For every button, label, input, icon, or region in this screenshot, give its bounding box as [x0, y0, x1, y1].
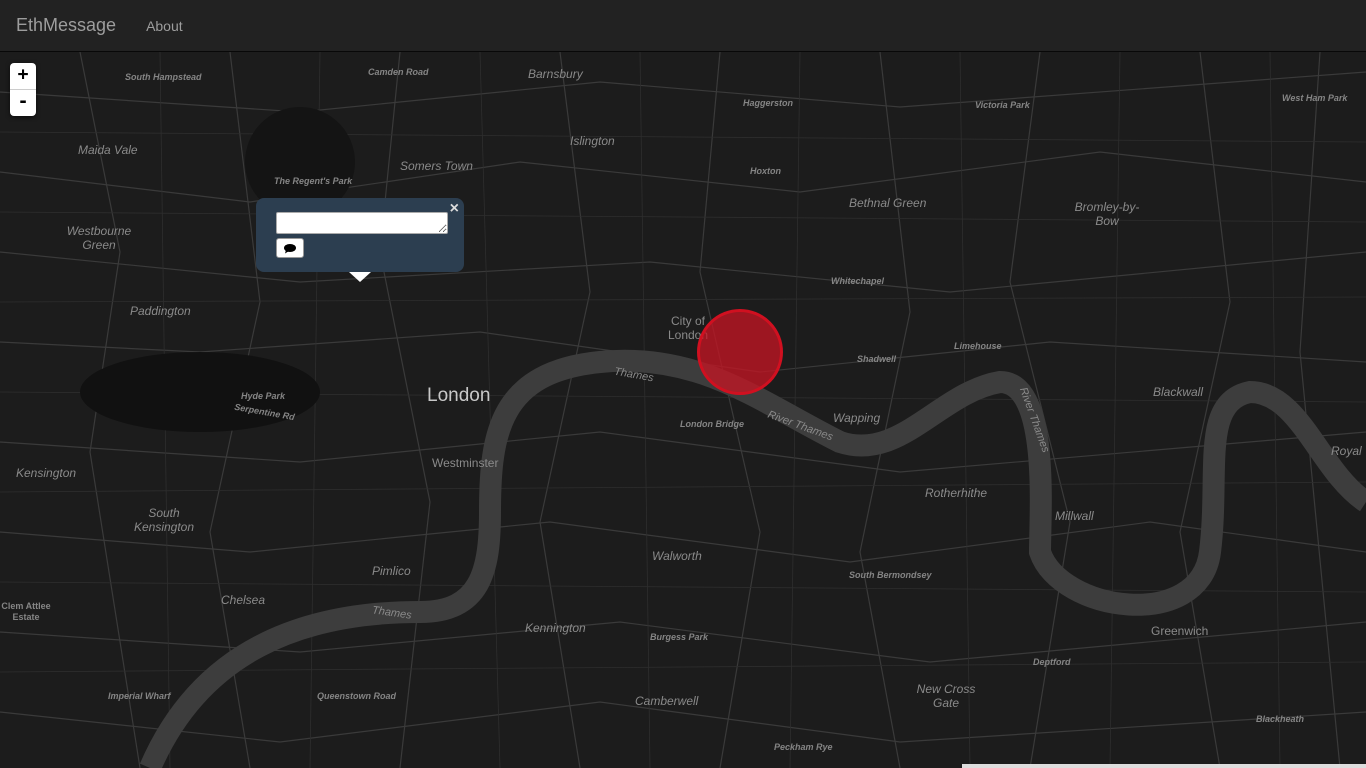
label-wapping: Wapping — [833, 411, 881, 425]
send-message-button[interactable] — [276, 238, 304, 258]
label-chelsea: Chelsea — [221, 593, 266, 607]
label-clem-attlee-estate: Clem Attlee Estate — [1, 601, 51, 622]
popup-close-button[interactable]: × — [450, 200, 459, 218]
message-input[interactable] — [276, 212, 448, 234]
label-somers-town: Somers Town — [400, 159, 473, 173]
label-victoria-park: Victoria Park — [975, 100, 1030, 110]
label-hyde-park: Hyde Park — [241, 391, 286, 401]
label-deptford: Deptford — [1033, 657, 1071, 667]
zoom-control: + - — [10, 63, 36, 116]
label-greenwich: Greenwich — [1151, 624, 1209, 638]
label-barnsbury: Barnsbury — [528, 67, 583, 81]
label-bethnal-green: Bethnal Green — [849, 196, 927, 210]
label-west-ham-park: West Ham Park — [1282, 93, 1348, 103]
label-maida-vale: Maida Vale — [78, 143, 138, 157]
label-south-bermondsey: South Bermondsey — [849, 570, 932, 580]
label-bromley-by-bow: Bromley-by-Bow — [1074, 200, 1140, 228]
label-queenstown-road: Queenstown Road — [317, 691, 397, 701]
message-popup: × — [256, 198, 464, 272]
label-westbourne-green: Westbourne Green — [66, 224, 132, 252]
label-camden-road: Camden Road — [368, 67, 429, 77]
label-peckham-rye: Peckham Rye — [774, 742, 833, 752]
label-rotherhithe: Rotherhithe — [925, 486, 988, 500]
label-blackheath: Blackheath — [1256, 714, 1305, 724]
label-kensington: Kensington — [16, 466, 77, 480]
zoom-out-button[interactable]: - — [10, 90, 36, 116]
popup-tip — [349, 272, 371, 282]
label-islington: Islington — [570, 134, 615, 148]
label-shadwell: Shadwell — [857, 354, 897, 364]
message-marker[interactable] — [697, 309, 783, 395]
label-london-bridge: London Bridge — [680, 419, 744, 429]
label-westminster: Westminster — [432, 456, 499, 470]
label-pimlico: Pimlico — [372, 564, 411, 578]
map[interactable]: South Hampstead Camden Road Barnsbury Ha… — [0, 52, 1366, 768]
label-blackwall: Blackwall — [1153, 385, 1204, 399]
label-south-kensington: South Kensington — [133, 506, 195, 534]
map-tiles — [0, 52, 1366, 768]
navbar: EthMessage About — [0, 0, 1366, 52]
label-burgess-park: Burgess Park — [650, 632, 709, 642]
label-south-hampstead: South Hampstead — [125, 72, 202, 82]
label-imperial-wharf: Imperial Wharf — [108, 691, 171, 701]
label-limehouse: Limehouse — [954, 341, 1002, 351]
label-hoxton: Hoxton — [750, 166, 781, 176]
label-camberwell: Camberwell — [635, 694, 699, 708]
label-haggerston: Haggerston — [743, 98, 794, 108]
label-regents-park: The Regent's Park — [274, 176, 353, 186]
speech-bubble-icon — [284, 243, 296, 253]
about-link[interactable]: About — [146, 18, 183, 34]
label-walworth: Walworth — [652, 549, 702, 563]
label-whitechapel: Whitechapel — [831, 276, 885, 286]
label-london: London — [427, 385, 491, 406]
zoom-in-button[interactable]: + — [10, 63, 36, 90]
attribution-bar — [962, 764, 1366, 768]
brand-link[interactable]: EthMessage — [16, 15, 116, 36]
label-millwall: Millwall — [1055, 509, 1094, 523]
label-paddington: Paddington — [130, 304, 191, 318]
label-new-cross-gate: New Cross Gate — [916, 682, 976, 710]
label-royal: Royal — [1331, 444, 1362, 458]
label-kennington: Kennington — [525, 621, 586, 635]
